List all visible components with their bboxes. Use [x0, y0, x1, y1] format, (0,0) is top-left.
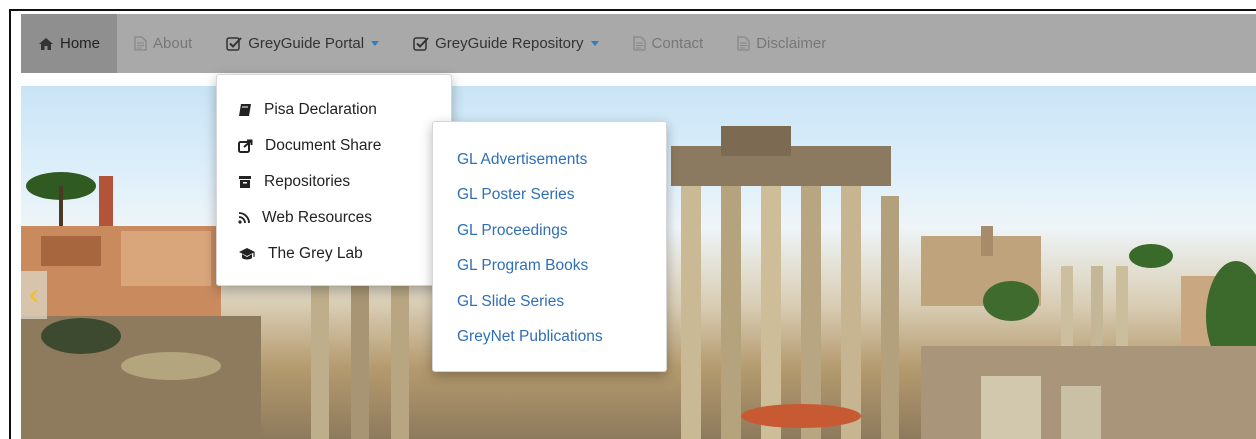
repository-menu-item[interactable]: GL Poster Series	[433, 178, 666, 214]
portal-menu-label: The Grey Lab	[268, 245, 363, 262]
nav-home[interactable]: Home	[21, 14, 118, 73]
portal-menu-label: Web Resources	[262, 209, 372, 226]
nav-greyguide-repository[interactable]: GreyGuide Repository	[396, 14, 615, 73]
repository-dropdown-menu: GL Advertisements GL Poster Series GL Pr…	[432, 121, 667, 372]
chevron-down-icon	[371, 41, 380, 46]
carousel-prev-button[interactable]: ‹	[21, 271, 47, 319]
repository-menu-item[interactable]: GL Program Books	[433, 249, 666, 285]
document-icon	[134, 36, 147, 51]
checkbox-icon	[413, 37, 429, 51]
nav-greyguide-portal[interactable]: GreyGuide Portal	[209, 14, 396, 73]
repository-menu-item[interactable]: GreyNet Publications	[433, 320, 666, 356]
repository-menu-item[interactable]: GL Proceedings	[433, 213, 666, 249]
nav-home-label: Home	[60, 35, 101, 52]
chevron-down-icon	[590, 41, 599, 46]
portal-menu-label: Document Share	[265, 137, 382, 154]
portal-menu-item-pisa-declaration[interactable]: Pisa Declaration	[217, 92, 451, 128]
repository-menu-item[interactable]: GL Slide Series	[433, 284, 666, 320]
nav-repository-label: GreyGuide Repository	[435, 35, 584, 52]
portal-menu-item-document-share[interactable]: Document Share	[217, 128, 451, 164]
nav-about[interactable]: About	[117, 14, 209, 73]
top-navbar: Home About GreyGuide Portal GreyGuide Re…	[21, 14, 1256, 73]
repository-menu-item[interactable]: GL Advertisements	[433, 142, 666, 178]
rss-icon	[238, 212, 250, 224]
portal-menu-label: Repositories	[264, 173, 351, 190]
nav-disclaimer[interactable]: Disclaimer	[720, 14, 843, 73]
document-icon	[737, 36, 750, 51]
nav-contact-label: Contact	[651, 35, 704, 52]
portal-dropdown-menu: Pisa Declaration Document Share Reposito…	[216, 74, 452, 286]
home-icon	[39, 37, 53, 50]
nav-contact[interactable]: Contact	[616, 14, 721, 73]
graduation-cap-icon	[239, 248, 255, 260]
archive-icon	[239, 176, 251, 188]
share-icon	[238, 139, 253, 153]
book-icon	[239, 104, 251, 116]
chevron-left-icon: ‹	[29, 278, 39, 311]
portal-menu-item-the-grey-lab[interactable]: The Grey Lab	[217, 236, 451, 272]
portal-menu-item-repositories[interactable]: Repositories	[217, 164, 451, 200]
portal-menu-label: Pisa Declaration	[264, 101, 377, 118]
nav-disclaimer-label: Disclaimer	[756, 35, 827, 52]
portal-menu-item-web-resources[interactable]: Web Resources	[217, 200, 451, 236]
checkbox-icon	[226, 37, 242, 51]
nav-portal-label: GreyGuide Portal	[248, 35, 365, 52]
document-icon	[632, 36, 646, 51]
nav-about-label: About	[153, 35, 193, 52]
